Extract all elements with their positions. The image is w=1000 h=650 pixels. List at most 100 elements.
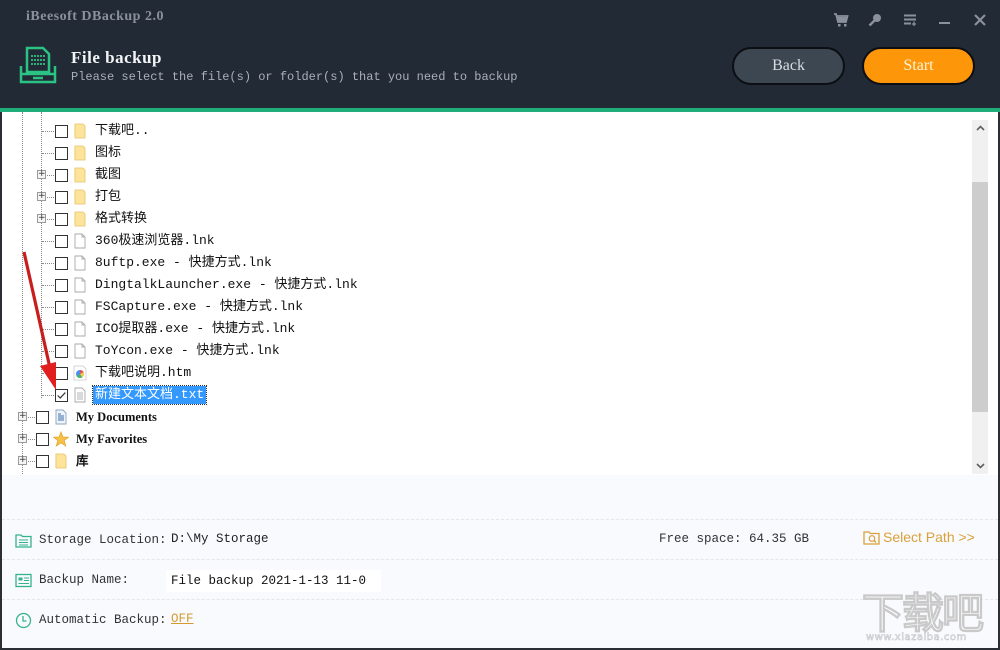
start-button[interactable]: Start [862,47,975,85]
tree-item-label[interactable]: 截图 [93,166,123,184]
expand-toggle[interactable]: + [37,214,46,223]
tree-item[interactable]: 新建文本文档.txt [55,384,208,406]
expand-toggle[interactable]: + [18,434,27,443]
checkbox[interactable] [55,190,68,204]
storage-location-value: D:\My Storage [171,532,269,546]
tree-guide-child [41,112,42,398]
tree-item[interactable]: ICO提取器.exe - 快捷方式.lnk [55,318,297,340]
tree-item[interactable]: FSCapture.exe - 快捷方式.lnk [55,296,305,318]
backup-name-input[interactable] [166,570,381,592]
folder-icon [72,123,88,139]
storage-location-row: Storage Location: [15,529,167,551]
expand-toggle[interactable]: + [18,412,27,421]
tree-item[interactable]: My Documents [36,406,159,428]
checkbox[interactable] [55,168,68,182]
divider [2,559,998,560]
tree-connector [42,329,54,330]
tree-item[interactable]: 打包 [55,186,123,208]
tree-connector [42,241,54,242]
tree-item-label[interactable]: My Documents [74,408,159,426]
tree-item-label[interactable]: 新建文本文档.txt [91,385,208,405]
file-icon [72,255,88,271]
divider [2,519,998,520]
tree-item-label[interactable]: My Favorites [74,430,149,448]
tree-item-label[interactable]: 8uftp.exe - 快捷方式.lnk [93,254,274,272]
tree-item[interactable]: 截图 [55,164,123,186]
checkbox[interactable] [55,366,68,380]
tree-item-label[interactable]: 下载吧说明.htm [93,364,193,382]
free-space-text: Free space: 64.35 GB [659,532,810,546]
scroll-thumb[interactable] [972,182,988,412]
checkbox-checked[interactable] [55,388,68,402]
backup-name-row: Backup Name: [15,569,129,591]
checkbox[interactable] [36,454,49,468]
checkbox[interactable] [36,432,49,446]
tree-item-label[interactable]: ICO提取器.exe - 快捷方式.lnk [93,320,297,338]
menu-icon [904,14,916,26]
select-path-button[interactable]: Select Path >> [863,529,975,545]
file-icon [72,233,88,249]
key-icon [868,14,881,27]
file-backup-icon [19,46,57,84]
tree-item[interactable]: 库 [36,450,91,472]
checkbox[interactable] [55,278,68,292]
close-icon [974,14,986,26]
text-file-icon [72,387,88,403]
tree-item[interactable]: DingtalkLauncher.exe - 快捷方式.lnk [55,274,360,296]
folder-icon [72,167,88,183]
tree-item-label[interactable]: 360极速浏览器.lnk [93,232,217,250]
tree-item-label[interactable]: 库 [74,452,91,470]
checkbox[interactable] [36,410,49,424]
checkbox[interactable] [55,322,68,336]
automatic-backup-toggle[interactable]: OFF [171,612,194,626]
tree-connector [42,307,54,308]
checkbox[interactable] [55,300,68,314]
tree-item-label[interactable]: 打包 [93,188,123,206]
tree-connector [42,373,54,374]
cart-button[interactable] [832,11,850,29]
tree-item-label[interactable]: 格式转换 [93,210,149,228]
file-tree[interactable]: 下载吧.. 图标 + 截图 + 打包 + 格式转换 360极速浏览器.lnk 8uftp.exe … [0,112,998,475]
tree-item[interactable]: 下载吧.. [55,120,152,142]
expand-toggle[interactable]: + [18,456,27,465]
expand-toggle[interactable]: + [37,170,46,179]
tree-item[interactable]: 下载吧说明.htm [55,362,193,384]
tree-scrollbar[interactable] [972,120,988,474]
tree-item[interactable]: ToYcon.exe - 快捷方式.lnk [55,340,282,362]
scroll-up-button[interactable] [972,120,988,136]
minimize-icon [939,22,950,24]
tree-item-label[interactable]: ToYcon.exe - 快捷方式.lnk [93,342,282,360]
tree-item-label[interactable]: FSCapture.exe - 快捷方式.lnk [93,298,305,316]
checkbox[interactable] [55,256,68,270]
tree-item[interactable]: 360极速浏览器.lnk [55,230,217,252]
cart-icon [834,13,849,27]
menu-button[interactable] [901,11,919,29]
html-file-icon [72,365,88,381]
folder-icon [72,145,88,161]
tree-item-label[interactable]: 图标 [93,144,123,162]
documents-icon [53,409,69,425]
scroll-down-button[interactable] [972,458,988,474]
tree-item[interactable]: 图标 [55,142,123,164]
expand-toggle[interactable]: + [37,192,46,201]
id-card-icon [15,573,32,587]
minimize-button[interactable] [936,11,954,29]
tree-item-label[interactable]: DingtalkLauncher.exe - 快捷方式.lnk [93,276,360,294]
folder-icon [53,453,69,469]
tree-item[interactable]: 格式转换 [55,208,149,230]
automatic-backup-label: Automatic Backup: [39,613,167,627]
close-button[interactable] [971,11,989,29]
tree-item[interactable]: My Favorites [36,428,149,450]
checkbox[interactable] [55,146,68,160]
app-title: iBeesoft DBackup 2.0 [26,9,164,24]
storage-location-label: Storage Location: [39,533,167,547]
back-button[interactable]: Back [732,47,845,85]
register-button[interactable] [866,11,884,29]
tree-item-label[interactable]: 下载吧.. [93,122,152,140]
tree-item[interactable]: 8uftp.exe - 快捷方式.lnk [55,252,274,274]
checkbox[interactable] [55,124,68,138]
tree-connector [42,263,54,264]
checkbox[interactable] [55,234,68,248]
checkbox[interactable] [55,344,68,358]
checkbox[interactable] [55,212,68,226]
